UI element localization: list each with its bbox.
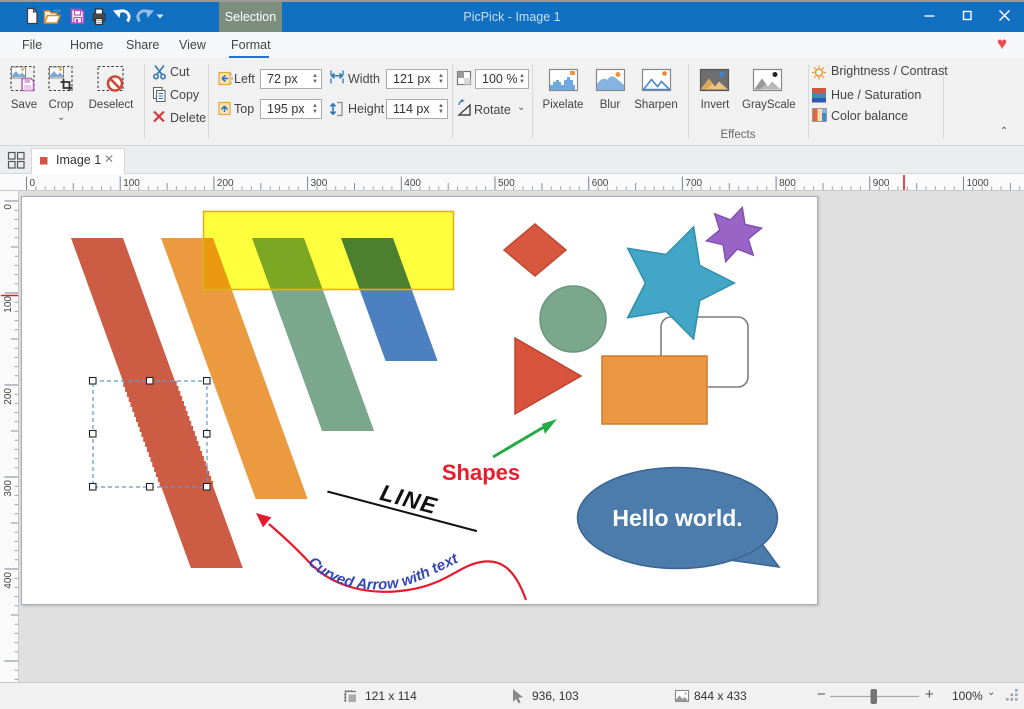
svg-text:700: 700	[685, 178, 702, 189]
svg-text:Curved Arrow with text: Curved Arrow with text	[305, 550, 462, 594]
svg-text:800: 800	[779, 178, 796, 189]
svg-text:300: 300	[3, 480, 14, 497]
svg-text:400: 400	[404, 178, 421, 189]
svg-text:500: 500	[498, 178, 515, 189]
svg-text:Shapes: Shapes	[442, 460, 520, 485]
svg-text:0: 0	[30, 178, 36, 189]
svg-text:600: 600	[592, 178, 609, 189]
svg-text:0: 0	[3, 204, 14, 210]
svg-text:200: 200	[217, 178, 234, 189]
svg-text:Hello world.: Hello world.	[612, 505, 742, 531]
svg-text:400: 400	[3, 572, 14, 589]
svg-text:900: 900	[873, 178, 890, 189]
svg-text:100: 100	[3, 296, 14, 313]
svg-text:1000: 1000	[967, 178, 990, 189]
svg-text:300: 300	[311, 178, 328, 189]
svg-text:100: 100	[123, 178, 140, 189]
svg-text:200: 200	[3, 388, 14, 405]
